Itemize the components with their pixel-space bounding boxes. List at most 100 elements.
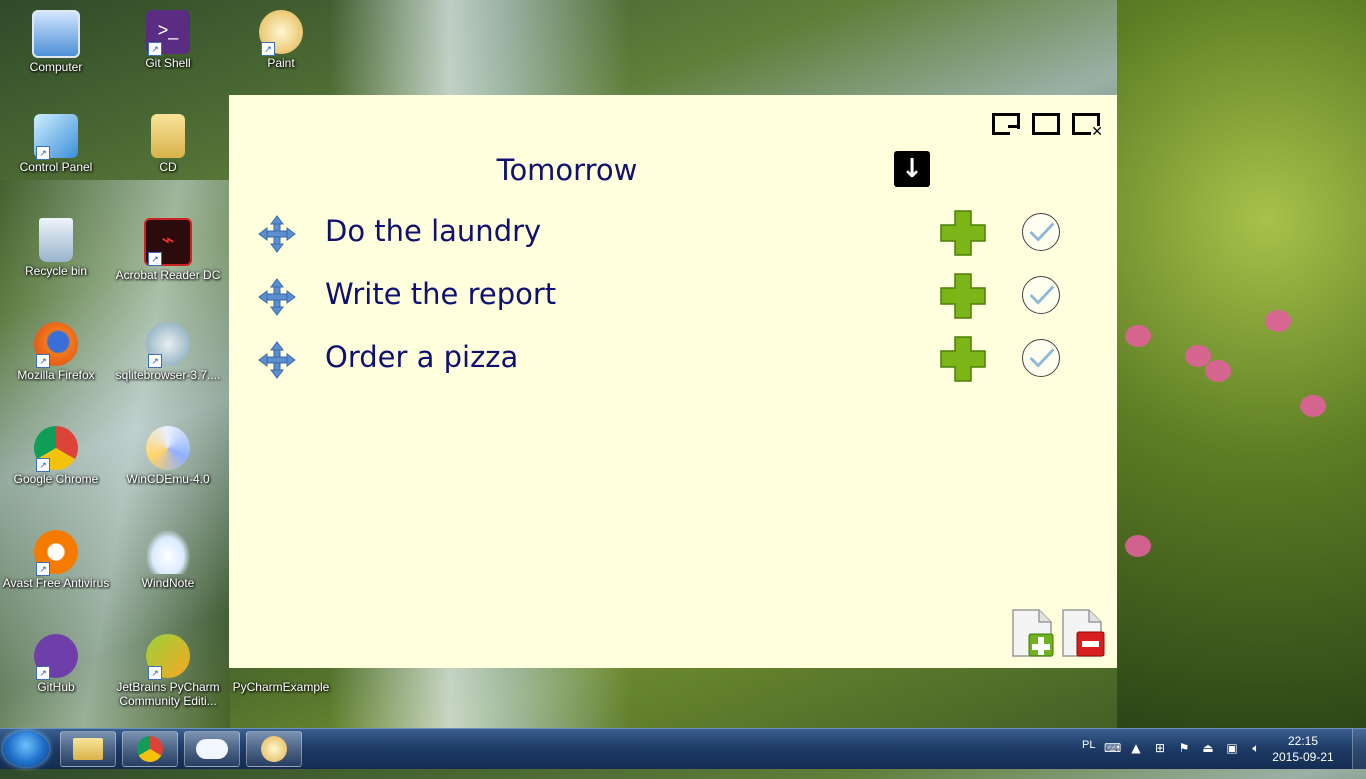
wallpaper-flower — [1205, 360, 1231, 382]
folder-icon — [151, 114, 185, 158]
computer-icon — [32, 10, 80, 58]
desktop-icon-label: CD — [159, 160, 177, 174]
task-row: Write the report — [229, 273, 1117, 323]
safely-remove-hardware-icon[interactable]: ⏏ — [1201, 741, 1215, 755]
next-list-button[interactable]: ↓ — [894, 151, 930, 187]
add-subtask-button[interactable] — [940, 336, 986, 382]
desktop-icon-label: PyCharmExample — [232, 680, 330, 694]
cloud-icon — [146, 530, 190, 574]
terminal-icon: >_ ↗ — [146, 10, 190, 56]
taskbar-explorer-button[interactable] — [60, 731, 116, 767]
firefox-icon: ↗ — [34, 322, 78, 368]
windows-icon[interactable]: ⊞ — [1153, 741, 1167, 755]
task-row: Order a pizza — [229, 336, 1117, 386]
network-icon[interactable]: ▣ — [1225, 741, 1239, 755]
desktop-icon-control-panel[interactable]: ↗ Control Panel — [1, 114, 111, 174]
taskbar-chrome-button[interactable] — [122, 731, 178, 767]
desktop-icon-label: Avast Free Antivirus — [2, 576, 110, 590]
desktop-icon-label: Computer — [29, 60, 83, 74]
desktop-icon-label: Paint — [267, 56, 295, 70]
taskbar-paint-button[interactable] — [246, 731, 302, 767]
desktop-icon-avast[interactable]: ↗ Avast Free Antivirus — [1, 530, 111, 590]
desktop-icon-computer[interactable]: Computer — [1, 10, 111, 74]
wallpaper-flower — [1125, 325, 1151, 347]
complete-task-button[interactable] — [1022, 339, 1060, 377]
desktop-icon-firefox[interactable]: ↗ Mozilla Firefox — [1, 322, 111, 382]
action-center-flag-icon[interactable]: ⚑ — [1177, 741, 1191, 755]
desktop-icon-label: sqlitebrowser-3.7.... — [115, 368, 221, 382]
clock-date: 2015-09-21 — [1272, 750, 1334, 764]
desktop-icon-chrome[interactable]: ↗ Google Chrome — [1, 426, 111, 486]
arrow-down-icon: ↓ — [901, 154, 923, 184]
desktop-icon-label: WindNote — [141, 576, 195, 590]
start-button[interactable] — [3, 731, 49, 767]
checkmark-icon — [1029, 222, 1055, 242]
desktop-icon-label: Control Panel — [19, 160, 93, 174]
desktop-icon-label: Google Chrome — [13, 472, 99, 486]
chrome-icon: ↗ — [34, 426, 78, 472]
desktop-icon-git-shell[interactable]: >_ ↗ Git Shell — [113, 10, 223, 70]
minimize-button[interactable] — [992, 113, 1020, 135]
desktop-icon-label: Git Shell — [145, 56, 191, 70]
desktop-icon-cd[interactable]: CD — [113, 114, 223, 174]
desktop-icon-recycle-bin[interactable]: Recycle bin — [1, 218, 111, 278]
clock-time: 22:15 — [1287, 734, 1319, 748]
recycle-bin-icon — [39, 218, 73, 262]
pycharm-icon: ↗ — [146, 634, 190, 680]
add-task-button[interactable] — [1011, 608, 1055, 658]
desktop-icon-acrobat-reader[interactable]: ⌁ ↗ Acrobat Reader DC — [113, 218, 223, 282]
wallpaper-flower — [1125, 535, 1151, 557]
chrome-icon — [137, 736, 163, 762]
paint-palette-icon: ↗ — [259, 10, 303, 56]
keyboard-icon[interactable]: ⌨ — [1104, 741, 1121, 755]
language-indicator[interactable]: PL — [1082, 739, 1095, 779]
desktop-icon-github[interactable]: ↗ GitHub — [1, 634, 111, 694]
move-arrows-icon[interactable] — [257, 277, 297, 317]
desktop-icon-sqlitebrowser[interactable]: ↗ sqlitebrowser-3.7.... — [113, 322, 223, 382]
list-title: Tomorrow — [496, 153, 638, 187]
task-text[interactable]: Write the report — [325, 277, 556, 311]
folder-icon — [73, 738, 103, 760]
avast-icon: ↗ — [34, 530, 78, 576]
wallpaper-flower — [1265, 310, 1291, 332]
show-desktop-button[interactable] — [1352, 729, 1366, 769]
close-button[interactable]: ✕ — [1072, 113, 1103, 140]
todo-window: ✕ Tomorrow ↓ Do the laundry Write the re… — [229, 95, 1117, 668]
taskbar-windnote-button[interactable] — [184, 731, 240, 767]
desktop-icon-label: JetBrains PyCharm Community Editi... — [116, 680, 220, 708]
desktop-icon-wincdemu[interactable]: WinCDEmu-4.0 — [113, 426, 223, 486]
wallpaper-flower — [1185, 345, 1211, 367]
desktop-icon-paint[interactable]: ↗ Paint — [226, 10, 336, 70]
acrobat-icon: ⌁ ↗ — [144, 218, 192, 266]
task-row: Do the laundry — [229, 210, 1117, 260]
task-text[interactable]: Order a pizza — [325, 340, 518, 374]
complete-task-button[interactable] — [1022, 213, 1060, 251]
cloud-icon — [196, 739, 228, 759]
close-icon: ✕ — [1091, 124, 1103, 140]
clock[interactable]: 22:15 2015-09-21 — [1272, 733, 1334, 765]
add-subtask-button[interactable] — [940, 273, 986, 319]
sqlitebrowser-icon: ↗ — [146, 322, 190, 368]
move-arrows-icon[interactable] — [257, 340, 297, 380]
control-panel-icon: ↗ — [34, 114, 78, 160]
show-hidden-icons-button[interactable]: ▲ — [1129, 741, 1143, 755]
desktop-icon-pycharm[interactable]: ↗ JetBrains PyCharm Community Editi... — [113, 634, 223, 708]
wallpaper-flower — [1300, 395, 1326, 417]
github-icon: ↗ — [34, 634, 78, 680]
desktop-icon-label: Recycle bin — [24, 264, 88, 278]
task-text[interactable]: Do the laundry — [325, 214, 541, 248]
desktop-icon-label: GitHub — [37, 680, 75, 694]
wallpaper-foliage — [1117, 0, 1366, 730]
maximize-button[interactable] — [1032, 113, 1060, 135]
volume-icon[interactable]: 🔈︎ — [1249, 741, 1263, 755]
desktop-icon-label: Acrobat Reader DC — [115, 268, 221, 282]
disc-icon — [146, 426, 190, 470]
paint-palette-icon — [261, 736, 287, 762]
delete-list-button[interactable] — [1061, 608, 1105, 658]
move-arrows-icon[interactable] — [257, 214, 297, 254]
desktop-icon-windnote[interactable]: WindNote — [113, 530, 223, 590]
complete-task-button[interactable] — [1022, 276, 1060, 314]
desktop-icon-label: Mozilla Firefox — [17, 368, 95, 382]
checkmark-icon — [1029, 285, 1055, 305]
add-subtask-button[interactable] — [940, 210, 986, 256]
